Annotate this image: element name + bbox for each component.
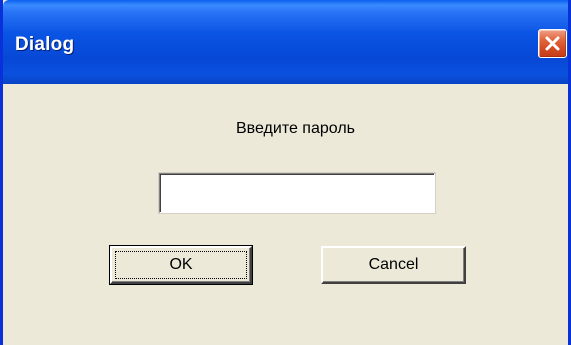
close-icon <box>545 36 560 51</box>
dialog-window: Dialog Введите пароль OK Cancel <box>0 0 571 345</box>
cancel-button-label: Cancel <box>368 256 419 273</box>
password-input[interactable] <box>158 172 436 214</box>
ok-button-label: OK <box>169 256 193 273</box>
ok-button[interactable]: OK <box>109 245 253 285</box>
title-bar[interactable]: Dialog <box>3 0 568 84</box>
cancel-button[interactable]: Cancel <box>321 246 466 284</box>
dialog-body: Введите пароль OK Cancel <box>3 84 568 345</box>
password-prompt-label: Введите пароль <box>236 120 355 137</box>
close-button[interactable] <box>538 29 567 58</box>
window-title: Dialog <box>15 34 75 55</box>
